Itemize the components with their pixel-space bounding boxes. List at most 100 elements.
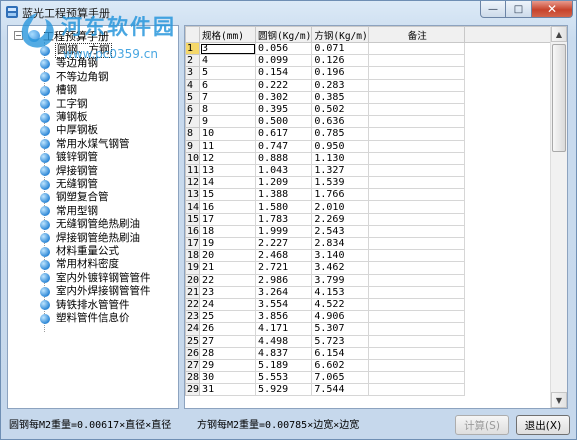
row-number-cell[interactable]: 28 (185, 371, 201, 385)
row-number-cell[interactable]: 26 (185, 346, 201, 360)
row-number-cell[interactable]: 18 (185, 249, 201, 263)
tree-item[interactable]: 薄钢板 (40, 111, 89, 124)
row-number-cell[interactable]: 23 (185, 310, 201, 324)
memo-cell[interactable] (367, 102, 465, 117)
spec-cell[interactable]: 25 (199, 310, 257, 324)
round-weight-cell[interactable]: 0.500 (255, 115, 313, 129)
table-row[interactable]: 19 21 2.721 3.462 (185, 261, 555, 275)
memo-cell[interactable] (367, 115, 465, 129)
square-weight-cell[interactable]: 3.462 (311, 261, 369, 275)
memo-cell[interactable] (367, 322, 465, 336)
table-row[interactable]: 8 10 0.617 0.785 (185, 127, 555, 141)
memo-cell[interactable] (367, 78, 465, 92)
round-weight-cell[interactable]: 0.222 (255, 78, 313, 92)
tree-item[interactable]: 材料重量公式 (40, 245, 120, 258)
data-grid[interactable]: 规格(mm) 圆钢(Kg/m) 方钢(Kg/m) 备注 1 3 0.056 0.071… (184, 25, 568, 409)
row-number-cell[interactable]: 3 (185, 66, 201, 80)
table-row[interactable]: 14 16 1.580 2.010 (185, 200, 555, 214)
spec-cell[interactable]: 6 (199, 78, 257, 92)
round-weight-cell[interactable]: 0.888 (255, 151, 313, 165)
memo-cell[interactable] (367, 358, 465, 373)
tree-item[interactable]: 等边角钢 (40, 57, 99, 70)
round-weight-cell[interactable]: 0.747 (255, 139, 313, 153)
square-weight-cell[interactable]: 0.502 (311, 102, 369, 117)
table-row[interactable]: 10 12 0.888 1.130 (185, 151, 555, 165)
spec-cell[interactable]: 28 (199, 346, 257, 360)
table-row[interactable]: 17 19 2.227 2.834 (185, 236, 555, 251)
spec-cell[interactable]: 12 (199, 151, 257, 165)
vertical-scrollbar[interactable]: ▲ ▼ (550, 26, 567, 408)
spec-cell[interactable]: 16 (199, 200, 257, 214)
square-weight-cell[interactable]: 5.723 (311, 334, 369, 348)
square-weight-cell[interactable]: 2.010 (311, 200, 369, 214)
table-row[interactable]: 13 15 1.388 1.766 (185, 188, 555, 202)
scroll-up-icon[interactable]: ▲ (551, 26, 567, 42)
memo-cell[interactable] (367, 285, 465, 299)
round-weight-cell[interactable]: 2.986 (255, 273, 313, 287)
table-row[interactable]: 24 26 4.171 5.307 (185, 322, 555, 336)
square-weight-cell[interactable]: 3.140 (311, 249, 369, 263)
tree-item[interactable]: 无缝钢管绝热刷油 (40, 218, 141, 231)
table-row[interactable]: 27 29 5.189 6.602 (185, 358, 555, 373)
tree-item[interactable]: 常用水煤气钢管 (40, 138, 131, 151)
tree-item[interactable]: 焊接钢管 (40, 165, 99, 178)
memo-cell[interactable] (367, 371, 465, 385)
row-number-cell[interactable]: 1 (185, 41, 201, 56)
memo-cell[interactable] (367, 297, 465, 312)
spec-cell[interactable]: 15 (199, 188, 257, 202)
square-weight-cell[interactable]: 7.544 (311, 383, 369, 397)
row-number-cell[interactable]: 6 (185, 102, 201, 117)
scroll-thumb[interactable] (552, 44, 566, 152)
square-weight-cell[interactable]: 0.636 (311, 115, 369, 129)
square-weight-cell[interactable]: 1.766 (311, 188, 369, 202)
table-row[interactable]: 3 5 0.154 0.196 (185, 66, 555, 80)
scroll-down-icon[interactable]: ▼ (551, 392, 567, 408)
table-row[interactable]: 26 28 4.837 6.154 (185, 346, 555, 360)
tree-item[interactable]: 中厚钢板 (40, 124, 99, 137)
table-row[interactable]: 29 31 5.929 7.544 (185, 383, 555, 397)
row-number-cell[interactable]: 7 (185, 115, 201, 129)
square-weight-cell[interactable]: 0.385 (311, 90, 369, 104)
memo-cell[interactable] (367, 236, 465, 251)
round-weight-cell[interactable]: 5.929 (255, 383, 313, 397)
memo-cell[interactable] (367, 200, 465, 214)
table-row[interactable]: 23 25 3.856 4.906 (185, 310, 555, 324)
table-row[interactable]: 21 23 3.264 4.153 (185, 285, 555, 299)
spec-cell[interactable]: 31 (199, 383, 257, 397)
round-weight-cell[interactable]: 2.227 (255, 236, 313, 251)
tree-item[interactable]: 常用材料密度 (40, 258, 120, 271)
table-row[interactable]: 11 13 1.043 1.327 (185, 163, 555, 178)
title-bar[interactable]: 蓝光工程预算手册 — □ ✕ (1, 1, 576, 23)
table-row[interactable]: 1 3 0.056 0.071 (185, 41, 555, 56)
round-weight-cell[interactable]: 1.783 (255, 212, 313, 226)
round-weight-cell[interactable]: 0.617 (255, 127, 313, 141)
row-number-cell[interactable]: 10 (185, 151, 201, 165)
square-weight-cell[interactable]: 4.906 (311, 310, 369, 324)
table-row[interactable]: 6 8 0.395 0.502 (185, 102, 555, 117)
round-weight-cell[interactable]: 1.043 (255, 163, 313, 178)
memo-cell[interactable] (367, 41, 465, 56)
square-weight-cell[interactable]: 1.130 (311, 151, 369, 165)
memo-cell[interactable] (367, 151, 465, 165)
spec-cell[interactable]: 14 (199, 176, 257, 190)
memo-cell[interactable] (367, 163, 465, 178)
memo-cell[interactable] (367, 127, 465, 141)
maximize-button[interactable]: □ (506, 1, 531, 18)
row-number-cell[interactable]: 22 (185, 297, 201, 312)
square-weight-cell[interactable]: 2.269 (311, 212, 369, 226)
row-number-cell[interactable]: 12 (185, 176, 201, 190)
row-number-cell[interactable]: 8 (185, 127, 201, 141)
memo-cell[interactable] (367, 224, 465, 239)
round-weight-cell[interactable]: 1.388 (255, 188, 313, 202)
table-row[interactable]: 7 9 0.500 0.636 (185, 115, 555, 129)
square-weight-cell[interactable]: 0.126 (311, 54, 369, 68)
spec-cell[interactable]: 8 (199, 102, 257, 117)
spec-cell[interactable]: 7 (199, 90, 257, 104)
square-weight-cell[interactable]: 2.543 (311, 224, 369, 239)
memo-cell[interactable] (367, 249, 465, 263)
spec-cell[interactable]: 5 (199, 66, 257, 80)
row-number-cell[interactable]: 19 (185, 261, 201, 275)
spec-cell[interactable]: 4 (199, 54, 257, 68)
spec-cell[interactable]: 13 (199, 163, 257, 178)
tree-item[interactable]: 镀锌钢管 (40, 151, 99, 164)
